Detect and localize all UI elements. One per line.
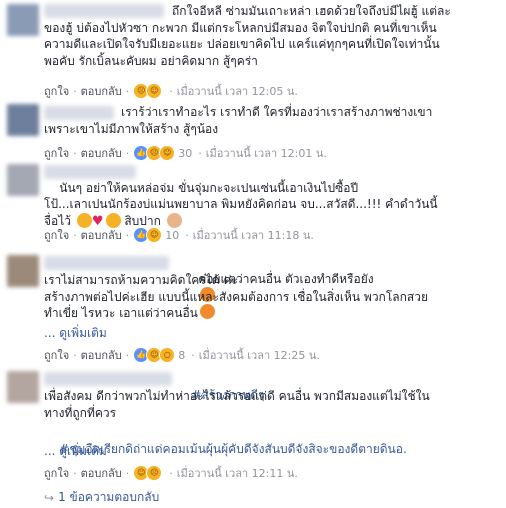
replies-label[interactable]: 1 ข้อความตอบกลับ bbox=[58, 488, 159, 507]
comment-meta: ถูกใจ · ตอบกลับ · 👍 ☺ ○ 8 · เมื่อวานนี้ … bbox=[44, 346, 320, 364]
separator: · bbox=[73, 146, 77, 160]
separator: · bbox=[125, 228, 130, 242]
comment-meta: ถูกใจ · ตอบกลับ · 👍 ☺ 10 · เมื่อวานนี้ เ… bbox=[44, 226, 314, 244]
reply-link[interactable]: ตอบกลับ bbox=[81, 346, 122, 364]
reply-link[interactable]: ตอบกลับ bbox=[81, 82, 122, 100]
separator: · bbox=[125, 466, 130, 480]
separator: · bbox=[73, 466, 77, 480]
reply-link[interactable]: ตอบกลับ bbox=[81, 144, 122, 162]
separator: · bbox=[125, 146, 130, 160]
separator: · bbox=[185, 228, 189, 242]
comment-meta: ถูกใจ · ตอบกลับ · 👍 ☹ ☺ 30 · เมื่อวานนี้… bbox=[44, 144, 327, 162]
see-more-link[interactable]: ... ดูเพิ่มเติม bbox=[44, 442, 107, 461]
avatar[interactable] bbox=[7, 104, 39, 136]
reaction-icons[interactable]: ☺ ☹ bbox=[133, 465, 163, 481]
see-more-link[interactable]: ... ดูเพิ่มเติม bbox=[44, 324, 107, 343]
reply-link[interactable]: ตอบกลับ bbox=[81, 226, 122, 244]
reaction-count[interactable]: 30 bbox=[178, 147, 192, 160]
avatar[interactable] bbox=[7, 371, 39, 403]
timestamp[interactable]: เมื่อวานนี้ เวลา 12:01 น. bbox=[206, 144, 327, 162]
reply-link[interactable]: ตอบกลับ bbox=[81, 464, 122, 482]
like-link[interactable]: ถูกใจ bbox=[44, 226, 69, 244]
haha-icon: ☺ bbox=[159, 145, 176, 161]
like-link[interactable]: ถูกใจ bbox=[44, 82, 69, 100]
separator: · bbox=[125, 84, 130, 98]
reply-arrow-icon: ↪ bbox=[44, 490, 55, 505]
haha-icon: ☺ bbox=[146, 227, 163, 243]
separator: · bbox=[73, 348, 77, 362]
wow-icon: ○ bbox=[159, 347, 176, 363]
reaction-count[interactable]: 8 bbox=[178, 349, 185, 362]
see-more-label[interactable]: ดูเพิ่มเติม bbox=[59, 326, 107, 340]
comment-meta: ถูกใจ · ตอบกลับ · ☹ ☺ · เมื่อวานนี้ เวลา… bbox=[44, 82, 298, 100]
reaction-count[interactable]: 10 bbox=[165, 229, 179, 242]
separator: · bbox=[73, 84, 77, 98]
avatar[interactable] bbox=[7, 164, 39, 196]
separator: · bbox=[169, 84, 173, 98]
timestamp[interactable]: เมื่อวานนี้ เวลา 12:25 น. bbox=[199, 346, 320, 364]
reaction-icons[interactable]: 👍 ☺ ○ bbox=[133, 347, 176, 363]
comment-text: เพื่อสังคม ดีกว่าพวกไม่ทำห่าอะไรแล้วรอแต… bbox=[44, 389, 430, 420]
timestamp[interactable]: เมื่อวานนี้ เวลา 12:11 น. bbox=[177, 464, 298, 482]
timestamp[interactable]: เมื่อวานนี้ เวลา 11:18 น. bbox=[193, 226, 314, 244]
see-more-label[interactable]: ดูเพิ่มเติม bbox=[59, 444, 107, 458]
comment-meta: ถูกใจ · ตอบกลับ · ☺ ☹ · เมื่อวานนี้ เวลา… bbox=[44, 464, 298, 482]
hashtag-link[interactable]: #ชุมอืดเรียกดิถ่าแด่คอมเม้นผุ้นผุ้คับดีจ… bbox=[59, 442, 407, 456]
haha-icon: ☺ bbox=[146, 83, 163, 99]
like-link[interactable]: ถูกใจ bbox=[44, 346, 69, 364]
separator: · bbox=[169, 466, 173, 480]
comment-text: เราร้ว่าเราทำอะไร เราทำดี ใครที่มองว่าเร… bbox=[44, 105, 433, 136]
avatar[interactable] bbox=[7, 255, 39, 287]
reaction-icons[interactable]: ☹ ☺ bbox=[133, 83, 163, 99]
separator: · bbox=[73, 228, 77, 242]
reaction-icons[interactable]: 👍 ☺ bbox=[133, 227, 163, 243]
like-link[interactable]: ถูกใจ bbox=[44, 464, 69, 482]
author-name[interactable] bbox=[44, 256, 169, 270]
sad-icon: ☹ bbox=[146, 465, 163, 481]
comment-text: ถึกใจอีหลี ซ่ามมันเถาะหล่า เฮดด้วยใจถึงบ… bbox=[44, 4, 451, 68]
timestamp[interactable]: เมื่อวานนี้ เวลา 12:05 น. bbox=[177, 82, 298, 100]
separator: · bbox=[125, 348, 130, 362]
replies-link[interactable]: ↪ 1 ข้อความตอบกลับ bbox=[44, 488, 159, 507]
separator: · bbox=[191, 348, 195, 362]
like-link[interactable]: ถูกใจ bbox=[44, 144, 69, 162]
author-name[interactable] bbox=[44, 372, 172, 386]
avatar[interactable] bbox=[7, 4, 39, 36]
reaction-icons[interactable]: 👍 ☹ ☺ bbox=[133, 145, 176, 161]
separator: · bbox=[198, 146, 202, 160]
comment-text: เราไม่สามารถห้ามความคิดใครได้ ค่ะ สร้างภ… bbox=[44, 273, 428, 320]
